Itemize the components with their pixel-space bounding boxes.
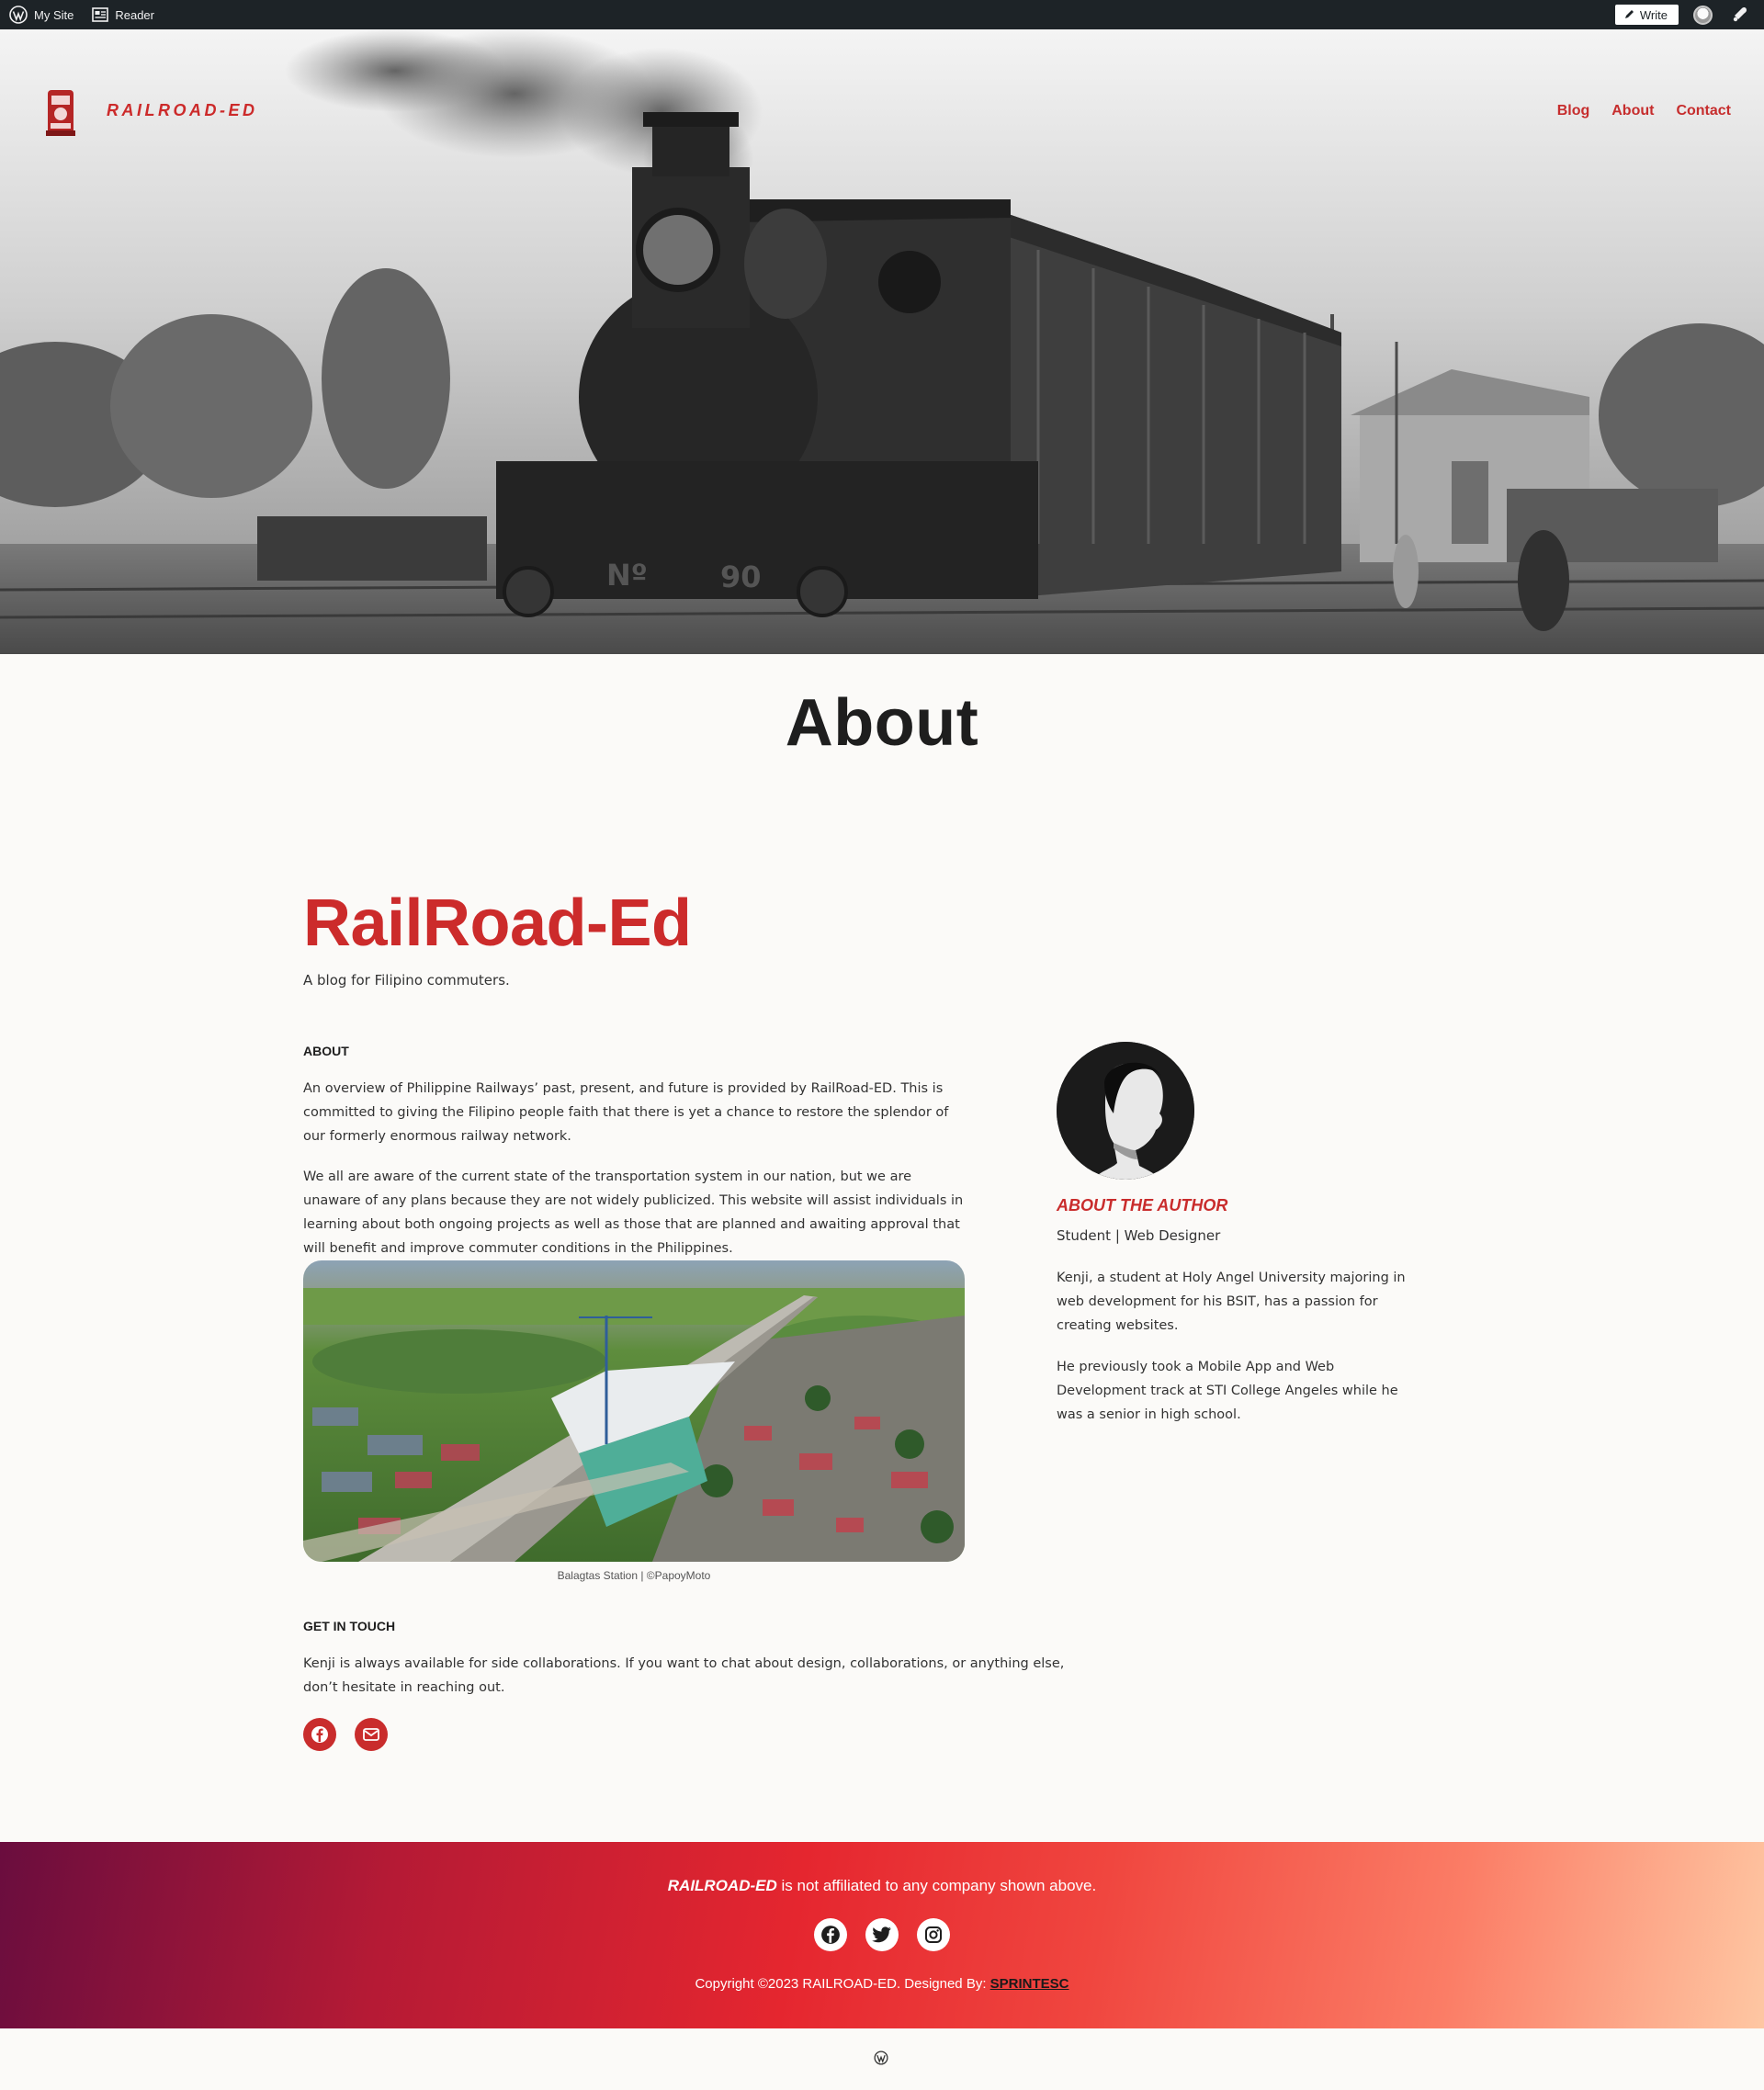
footer-disclaimer-text: is not affiliated to any company shown a… xyxy=(776,1877,1097,1894)
hero-header: Nº 90 RAILROAD-ED Blog About Contact xyxy=(0,29,1764,654)
write-label: Write xyxy=(1639,7,1668,22)
about-the-author-heading: ABOUT THE AUTHOR xyxy=(1057,1196,1228,1214)
author-paragraph-2: He previously took a Mobile App and Web … xyxy=(1057,1360,1398,1422)
pencil-icon xyxy=(1624,8,1634,22)
get-in-touch-label: GET IN TOUCH xyxy=(303,1619,396,1633)
brand-heading: RailRoad-Ed xyxy=(303,887,692,960)
notifications-bell-icon[interactable] xyxy=(1731,5,1749,26)
about-paragraph-1: An overview of Philippine Railways’ past… xyxy=(303,1081,949,1144)
reader-icon xyxy=(92,7,109,22)
svg-text:90: 90 xyxy=(720,559,762,594)
my-site-menu[interactable]: My Site xyxy=(0,0,83,29)
user-avatar[interactable] xyxy=(1693,5,1713,25)
reader-label: Reader xyxy=(115,7,154,22)
site-logo[interactable] xyxy=(42,86,79,140)
site-title[interactable]: RAILROAD-ED xyxy=(107,101,258,120)
site-footer: RAILROAD-ED is not affiliated to any com… xyxy=(0,1842,1764,2028)
page-title: About xyxy=(785,686,979,760)
my-site-label: My Site xyxy=(34,7,74,22)
write-button[interactable]: Write xyxy=(1614,5,1679,25)
about-paragraph-2: We all are aware of the current state of… xyxy=(303,1169,964,1256)
author-photo xyxy=(1057,1042,1194,1180)
balagtas-station-image xyxy=(303,1260,965,1562)
footer-social-links xyxy=(0,1918,1764,1951)
svg-text:Nº: Nº xyxy=(606,558,648,593)
contact-paragraph: Kenji is always available for side colla… xyxy=(303,1656,1065,1695)
admin-bar: My Site Reader Write xyxy=(0,0,1764,29)
facebook-icon[interactable] xyxy=(814,1918,847,1951)
author-role: Student | Web Designer xyxy=(1057,1227,1221,1244)
contact-icons xyxy=(303,1718,388,1751)
tagline: A blog for Filipino commuters. xyxy=(303,972,510,989)
footer-brand: RAILROAD-ED xyxy=(667,1877,777,1894)
image-caption: Balagtas Station | ©PapoyMoto xyxy=(557,1569,711,1582)
mail-icon[interactable] xyxy=(355,1718,388,1751)
wordpress-footer-icon[interactable] xyxy=(874,2050,888,2065)
twitter-icon[interactable] xyxy=(865,1918,899,1951)
hero-train-image: Nº 90 xyxy=(0,29,1764,654)
nav-link-contact[interactable]: Contact xyxy=(1676,103,1731,119)
footer-copyright: Copyright ©2023 RAILROAD-ED. Designed By… xyxy=(0,1976,1764,1992)
designer-link[interactable]: SPRINTESC xyxy=(990,1976,1069,1992)
wordpress-logo-icon xyxy=(9,6,28,24)
footer-disclaimer: RAILROAD-ED is not affiliated to any com… xyxy=(0,1877,1764,1895)
nav-link-blog[interactable]: Blog xyxy=(1557,103,1590,119)
facebook-icon[interactable] xyxy=(303,1718,336,1751)
copyright-text: Copyright ©2023 RAILROAD-ED. Designed By… xyxy=(695,1976,990,1992)
instagram-icon[interactable] xyxy=(917,1918,950,1951)
primary-navigation: Blog About Contact xyxy=(1557,103,1731,119)
about-section-label: ABOUT xyxy=(303,1044,349,1058)
author-paragraph-1: Kenji, a student at Holy Angel Universit… xyxy=(1057,1271,1406,1333)
nav-link-about[interactable]: About xyxy=(1611,103,1654,119)
reader-menu[interactable]: Reader xyxy=(83,0,164,29)
